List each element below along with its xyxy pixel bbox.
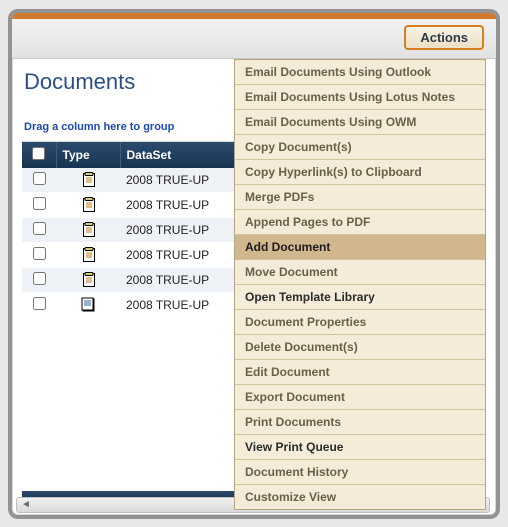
menu-item[interactable]: Email Documents Using Outlook — [235, 60, 485, 85]
row-checkbox[interactable] — [33, 247, 46, 260]
document-type-icon — [81, 197, 95, 213]
menu-item[interactable]: Export Document — [235, 385, 485, 410]
actions-button[interactable]: Actions — [404, 25, 484, 50]
row-checkbox[interactable] — [33, 172, 46, 185]
menu-item[interactable]: Delete Document(s) — [235, 335, 485, 360]
menu-item[interactable]: Print Documents — [235, 410, 485, 435]
row-checkbox-cell — [22, 267, 56, 292]
menu-item[interactable]: Email Documents Using Lotus Notes — [235, 85, 485, 110]
menu-item[interactable]: Open Template Library — [235, 285, 485, 310]
row-checkbox[interactable] — [33, 297, 46, 310]
menu-item[interactable]: Email Documents Using OWM — [235, 110, 485, 135]
select-all-checkbox[interactable] — [32, 147, 45, 160]
row-checkbox-cell — [22, 168, 56, 193]
menu-item[interactable]: Customize View — [235, 485, 485, 509]
row-checkbox-cell — [22, 242, 56, 267]
header-checkbox-cell — [22, 142, 56, 168]
row-checkbox[interactable] — [33, 197, 46, 210]
menu-item[interactable]: Add Document — [235, 235, 485, 260]
menu-item[interactable]: Edit Document — [235, 360, 485, 385]
document-type-icon — [81, 222, 95, 238]
menu-item[interactable]: Copy Hyperlink(s) to Clipboard — [235, 160, 485, 185]
row-checkbox-cell — [22, 292, 56, 317]
menu-item[interactable]: Merge PDFs — [235, 185, 485, 210]
document-type-icon — [81, 297, 95, 313]
menu-item[interactable]: Move Document — [235, 260, 485, 285]
row-checkbox-cell — [22, 192, 56, 217]
row-checkbox[interactable] — [33, 272, 46, 285]
menu-item[interactable]: View Print Queue — [235, 435, 485, 460]
row-type-cell — [56, 292, 120, 317]
row-type-cell — [56, 168, 120, 193]
header-type[interactable]: Type — [56, 142, 120, 168]
row-type-cell — [56, 192, 120, 217]
row-checkbox[interactable] — [33, 222, 46, 235]
row-type-cell — [56, 217, 120, 242]
document-type-icon — [81, 172, 95, 188]
document-type-icon — [81, 272, 95, 288]
menu-item[interactable]: Document Properties — [235, 310, 485, 335]
row-checkbox-cell — [22, 217, 56, 242]
app-frame: Actions Documents Drag a column here to … — [8, 9, 500, 519]
actions-menu: Email Documents Using OutlookEmail Docum… — [234, 59, 486, 510]
row-type-cell — [56, 242, 120, 267]
scroll-left-arrow[interactable]: ◄ — [19, 500, 33, 510]
menu-item[interactable]: Copy Document(s) — [235, 135, 485, 160]
menu-item[interactable]: Append Pages to PDF — [235, 210, 485, 235]
menu-item[interactable]: Document History — [235, 460, 485, 485]
row-type-cell — [56, 267, 120, 292]
document-type-icon — [81, 247, 95, 263]
toolbar: Actions — [12, 19, 496, 59]
